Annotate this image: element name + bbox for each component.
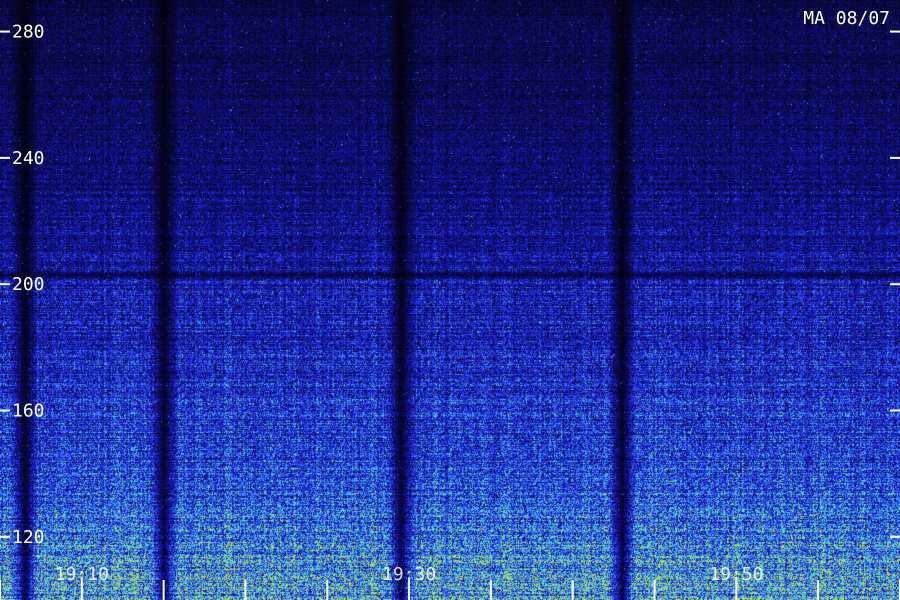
spectrogram-axes: 120 160 200 240 280 19:10 19:30 19:50 MA 08/07 xyxy=(0,8,900,600)
y-tick-label: 200 xyxy=(12,274,45,295)
y-tick-label: 160 xyxy=(12,401,45,422)
y-tick-label: 280 xyxy=(12,22,45,43)
y-axis: 120 160 200 240 280 xyxy=(0,22,900,548)
y-tick-label: 240 xyxy=(12,148,45,169)
station-date-label: MA 08/07 xyxy=(803,8,890,29)
x-time-label: 19:50 xyxy=(709,564,763,585)
x-time-label: 19:10 xyxy=(55,564,109,585)
y-tick-label: 120 xyxy=(12,527,45,548)
x-time-label: 19:30 xyxy=(382,564,436,585)
x-axis: 19:10 19:30 19:50 xyxy=(0,564,900,600)
spectrogram-figure: 120 160 200 240 280 19:10 19:30 19:50 MA 08/07 xyxy=(0,0,900,600)
